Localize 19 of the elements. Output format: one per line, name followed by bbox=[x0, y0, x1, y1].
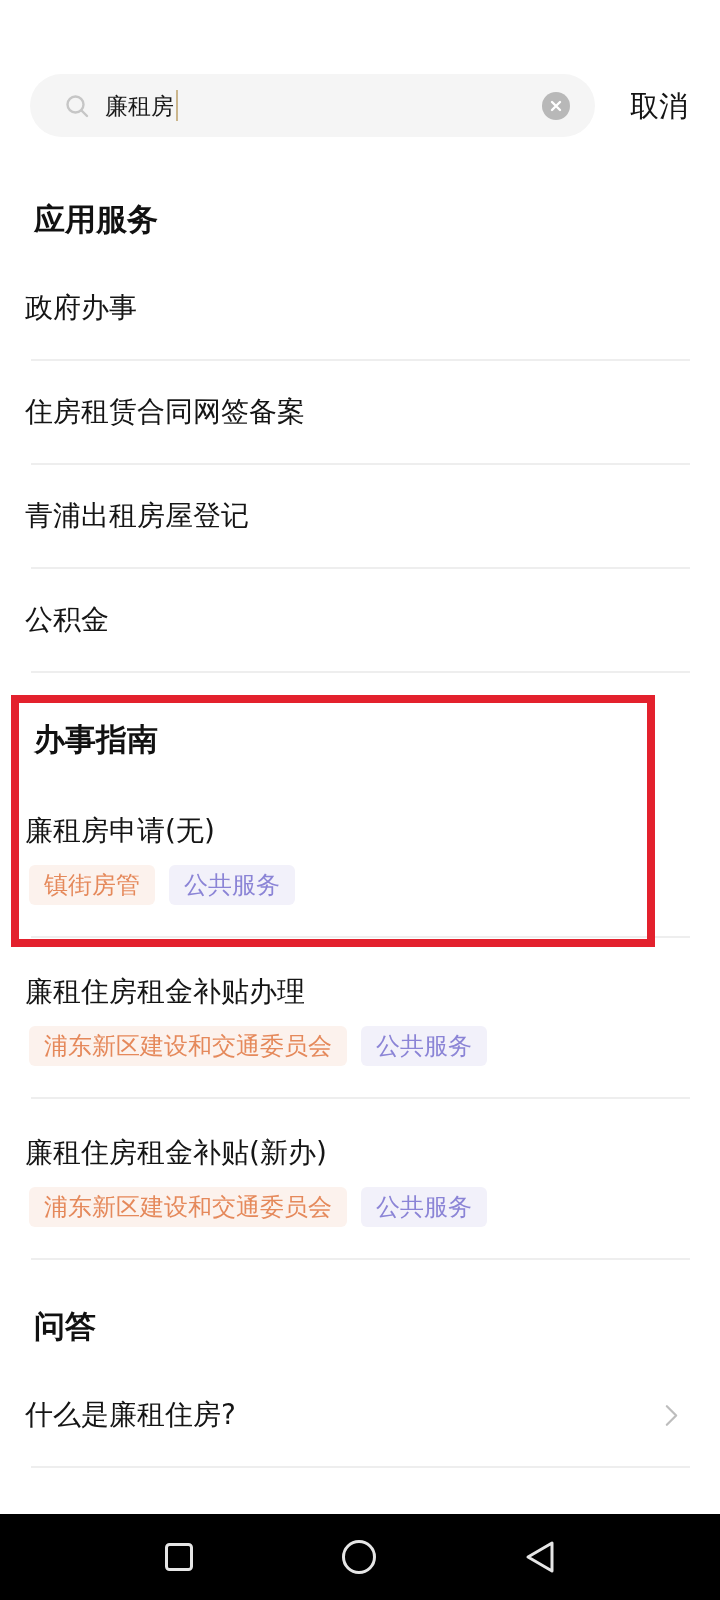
section-heading: 问答 bbox=[34, 1307, 96, 1346]
search-query: 廉租房 bbox=[105, 91, 174, 121]
section-heading: 应用服务 bbox=[34, 200, 158, 239]
back-icon[interactable] bbox=[525, 1540, 555, 1574]
home-icon[interactable] bbox=[342, 1540, 376, 1574]
cancel-button[interactable]: 取消 bbox=[630, 85, 688, 126]
section-heading: 办事指南 bbox=[34, 720, 158, 759]
guide-title[interactable]: 廉租住房租金补贴办理 bbox=[25, 975, 305, 1009]
recents-icon[interactable] bbox=[165, 1543, 193, 1571]
search-field[interactable]: 廉租房 bbox=[30, 74, 595, 137]
service-link[interactable]: 青浦出租房屋登记 bbox=[25, 497, 249, 535]
service-link[interactable]: 公积金 bbox=[25, 601, 109, 639]
guide-title[interactable]: 廉租住房租金补贴(新办) bbox=[25, 1136, 327, 1170]
question-link[interactable]: 什么是廉租住房? bbox=[25, 1396, 236, 1434]
search-icon bbox=[65, 93, 89, 118]
chevron-icon bbox=[665, 1403, 678, 1427]
guide-title[interactable]: 廉租房申请(无) bbox=[25, 814, 215, 848]
service-link[interactable]: 住房租赁合同网签备案 bbox=[25, 393, 305, 431]
service-link[interactable]: 政府办事 bbox=[25, 289, 137, 327]
